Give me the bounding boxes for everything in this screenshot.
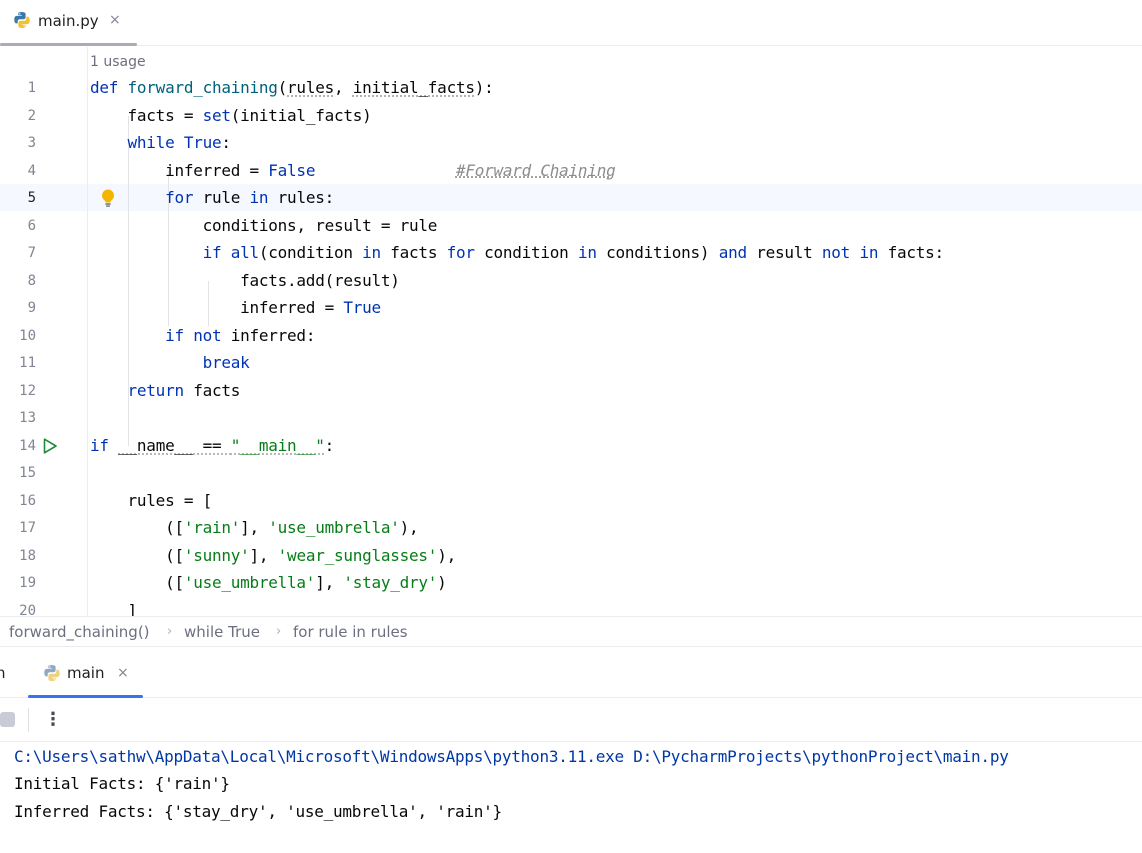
code-line: 20 ] bbox=[0, 598, 1142, 617]
comment: #Forward Chaining bbox=[455, 160, 616, 180]
code-text: while True: bbox=[127, 133, 231, 152]
line-number: 13 bbox=[19, 410, 36, 426]
code-lines: 1 def forward_chaining(rules, initial_fa… bbox=[0, 75, 1142, 616]
code-text: ] bbox=[127, 600, 138, 617]
code-line: 3 while True: bbox=[0, 130, 1142, 158]
code-line: 9 inferred = True bbox=[0, 295, 1142, 323]
code-line: 2 facts = set(initial_facts) bbox=[0, 103, 1142, 131]
code-line: 13 bbox=[0, 405, 1142, 433]
code-line: 4 inferred = False #Forward Chaining bbox=[0, 158, 1142, 186]
line-number: 12 bbox=[19, 382, 36, 399]
line-number: 19 bbox=[19, 575, 36, 591]
line-number: 18 bbox=[19, 547, 36, 564]
chevron-right-icon: › bbox=[167, 624, 173, 639]
code-line: 15 bbox=[0, 460, 1142, 488]
line-number: 9 bbox=[27, 300, 36, 316]
code-text: break bbox=[202, 353, 250, 372]
run-tab-bar: n main × bbox=[0, 647, 1142, 698]
code-text: inferred = True bbox=[240, 298, 381, 317]
breadcrumb-item-while[interactable]: while True bbox=[184, 623, 260, 641]
code-text: return facts bbox=[127, 380, 241, 400]
line-number: 8 bbox=[27, 272, 36, 289]
tab-main-py[interactable]: main.py × bbox=[0, 0, 137, 46]
tab-label: main.py bbox=[38, 12, 99, 30]
line-number: 17 bbox=[19, 520, 36, 536]
toolbar-separator bbox=[28, 708, 29, 732]
code-line: 17 (['rain'], 'use_umbrella'), bbox=[0, 515, 1142, 543]
code-line: 12 return facts bbox=[0, 378, 1142, 406]
code-text: def forward_chaining(rules, initial_fact… bbox=[90, 78, 494, 97]
line-number: 3 bbox=[27, 135, 36, 151]
usage-hint[interactable]: 1 usage bbox=[90, 52, 146, 72]
run-toolbar: ⋮ bbox=[0, 698, 1142, 742]
console-command[interactable]: C:\Users\sathw\AppData\Local\Microsoft\W… bbox=[14, 746, 1009, 768]
console-output-line: Initial Facts: {'rain'} bbox=[14, 774, 230, 793]
breadcrumb-item-function[interactable]: forward_chaining() bbox=[9, 623, 150, 641]
line-number: 15 bbox=[19, 465, 36, 481]
code-line: 14 if __name__ == "__main__": bbox=[0, 433, 1142, 461]
code-text: if not inferred: bbox=[165, 325, 316, 345]
console-output-line: Inferred Facts: {'stay_dry', 'use_umbrel… bbox=[14, 802, 502, 821]
code-text: if all(condition in facts for condition … bbox=[202, 243, 945, 262]
code-text: (['rain'], 'use_umbrella'), bbox=[165, 518, 419, 537]
line-number: 1 bbox=[27, 80, 36, 96]
tab-label: main bbox=[67, 664, 105, 682]
code-line: 5 for rule in rules: bbox=[0, 185, 1142, 213]
code-line: 19 (['use_umbrella'], 'stay_dry') bbox=[0, 570, 1142, 598]
close-icon[interactable]: × bbox=[117, 664, 129, 682]
line-number: 10 bbox=[19, 327, 36, 344]
line-number: 5 bbox=[27, 190, 36, 206]
code-line: 8 facts.add(result) bbox=[0, 268, 1142, 296]
breadcrumb-item-for[interactable]: for rule in rules bbox=[293, 623, 408, 641]
line-number: 14 bbox=[19, 437, 36, 454]
active-tab-indicator bbox=[0, 43, 137, 46]
code-line: 6 conditions, result = rule bbox=[0, 213, 1142, 241]
close-icon[interactable]: × bbox=[109, 11, 121, 29]
editor-tab-bar: main.py × bbox=[0, 0, 1142, 46]
line-number: 6 bbox=[27, 217, 36, 234]
chevron-right-icon: › bbox=[276, 624, 282, 639]
stop-icon[interactable] bbox=[0, 712, 15, 727]
run-console[interactable]: C:\Users\sathw\AppData\Local\Microsoft\W… bbox=[0, 743, 1142, 853]
line-number: 20 bbox=[19, 602, 36, 617]
python-icon bbox=[14, 12, 30, 28]
line-number: 2 bbox=[27, 107, 36, 124]
line-number: 16 bbox=[19, 492, 36, 509]
code-text: rules = [ bbox=[127, 490, 213, 510]
python-icon bbox=[44, 665, 60, 681]
code-text: facts = set(initial_facts) bbox=[127, 105, 372, 125]
tab-run-main[interactable]: main × bbox=[28, 647, 143, 698]
line-number: 7 bbox=[27, 245, 36, 261]
tab-clipped[interactable]: n bbox=[0, 663, 6, 683]
code-line: 7 if all(condition in facts for conditio… bbox=[0, 240, 1142, 268]
code-text: inferred = False #Forward Chaining bbox=[165, 160, 616, 180]
code-text: for rule in rules: bbox=[165, 188, 334, 207]
code-text: if __name__ == "__main__": bbox=[90, 435, 334, 455]
line-number: 11 bbox=[19, 355, 36, 371]
run-gutter-icon[interactable] bbox=[41, 436, 59, 456]
line-number: 4 bbox=[27, 162, 36, 179]
code-editor[interactable]: 1 usage 1 def forward_chaining(rules, in… bbox=[0, 47, 1142, 616]
code-text: conditions, result = rule bbox=[202, 215, 438, 235]
code-text: facts.add(result) bbox=[240, 270, 400, 290]
code-line: 16 rules = [ bbox=[0, 488, 1142, 516]
code-text: (['sunny'], 'wear_sunglasses'), bbox=[165, 545, 456, 565]
code-line: 18 (['sunny'], 'wear_sunglasses'), bbox=[0, 543, 1142, 571]
code-line: 1 def forward_chaining(rules, initial_fa… bbox=[0, 75, 1142, 103]
more-vertical-icon[interactable]: ⋮ bbox=[44, 708, 62, 732]
breadcrumb: forward_chaining() › while True › for ru… bbox=[0, 616, 1142, 647]
code-line: 10 if not inferred: bbox=[0, 323, 1142, 351]
code-text: (['use_umbrella'], 'stay_dry') bbox=[165, 573, 447, 592]
code-line: 11 break bbox=[0, 350, 1142, 378]
